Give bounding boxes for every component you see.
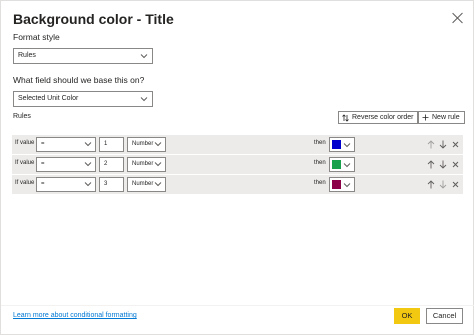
chevron-down-icon [343,161,351,169]
chevron-down-icon [84,180,92,188]
new-rule-label: New rule [432,114,460,121]
reverse-color-order-button[interactable]: Reverse color order [338,111,419,124]
chevron-down-icon [343,181,351,189]
arrow-up-icon[interactable] [427,180,435,189]
rule-color-picker[interactable] [329,157,355,172]
color-swatch [332,140,341,149]
rule-type: Number [132,161,154,167]
chevron-down-icon [140,95,148,103]
reverse-color-order-label: Reverse color order [352,114,414,121]
ok-button[interactable]: OK [394,308,420,324]
chevron-down-icon [140,52,148,60]
rule-value-input[interactable]: 2 [99,157,124,172]
close-icon[interactable] [451,11,465,25]
conditional-formatting-dialog: Background color - Title Format style Ru… [0,0,474,335]
new-rule-button[interactable]: New rule [418,111,465,124]
rule-then: then [314,180,326,186]
rule-value: 1 [104,141,108,147]
arrow-down-icon[interactable] [439,140,447,149]
rule-color-picker[interactable] [329,177,355,192]
arrow-down-icon[interactable] [439,160,447,169]
arrow-up-icon[interactable] [427,160,435,169]
rule-type: Number [132,141,154,147]
base-field-value: Selected Unit Color [18,95,79,102]
arrow-up-icon[interactable] [427,140,435,149]
rule-operator-select[interactable]: = [36,137,96,152]
rule-row: If value = 3 Number then [12,175,463,194]
rules-label: Rules [13,113,31,120]
rule-operator: = [41,181,45,187]
learn-more-link[interactable]: Learn more about conditional formatting [13,312,137,319]
rule-operator-select[interactable]: = [36,177,96,192]
cancel-button[interactable]: Cancel [426,308,463,324]
rule-value: 2 [104,161,108,167]
rule-row: If value = 2 Number then [12,155,463,174]
rule-type: Number [132,181,154,187]
chevron-down-icon [154,180,162,188]
rule-operator: = [41,141,45,147]
base-field-select[interactable]: Selected Unit Color [13,91,153,107]
chevron-down-icon [154,140,162,148]
rule-operator-select[interactable]: = [36,157,96,172]
rule-operator: = [41,161,45,167]
plus-icon [422,114,429,121]
delete-x-icon[interactable] [451,140,459,149]
dialog-title: Background color - Title [13,11,174,27]
rule-prefix: If value [15,140,35,146]
rule-type-select[interactable]: Number [127,177,166,192]
chevron-down-icon [84,140,92,148]
base-field-label: What field should we base this on? [13,75,145,85]
chevron-down-icon [154,160,162,168]
rule-prefix: If value [15,180,35,186]
rule-row: If value = 1 Number then [12,135,463,154]
chevron-down-icon [84,160,92,168]
chevron-down-icon [343,141,351,149]
rule-type-select[interactable]: Number [127,137,166,152]
rule-then: then [314,160,326,166]
format-style-value: Rules [18,52,36,59]
color-swatch [332,160,341,169]
footer-divider [1,305,474,306]
format-style-select[interactable]: Rules [13,48,153,64]
rule-color-picker[interactable] [329,137,355,152]
rule-type-select[interactable]: Number [127,157,166,172]
color-swatch [332,180,341,189]
rule-value-input[interactable]: 3 [99,177,124,192]
rule-value-input[interactable]: 1 [99,137,124,152]
arrow-down-icon[interactable] [439,180,447,189]
rule-then: then [314,140,326,146]
rule-prefix: If value [15,160,35,166]
rule-value: 3 [104,181,108,187]
format-style-label: Format style [13,32,60,42]
delete-x-icon[interactable] [451,160,459,169]
sort-arrows-icon [342,113,349,122]
delete-x-icon[interactable] [451,180,459,189]
